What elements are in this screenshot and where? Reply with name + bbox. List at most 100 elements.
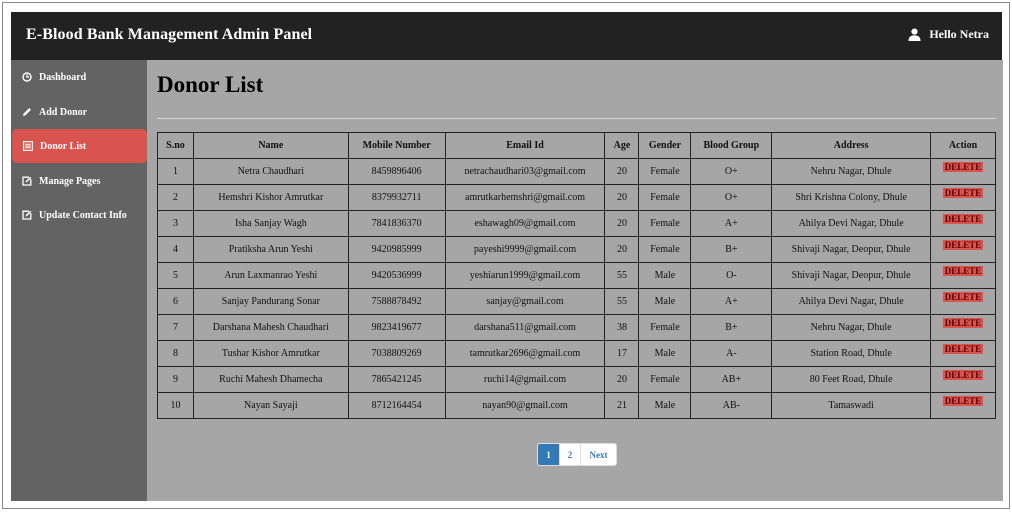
action-cell: DELETE: [929, 158, 997, 185]
table-row: 1 Netra Chaudhari 8459896406 netrachaudhari…: [157, 158, 997, 185]
blood-group-cell: B+: [690, 314, 773, 341]
action-cell: DELETE: [929, 236, 997, 263]
email-cell: yeshiarun1999@gmail.com: [444, 262, 606, 289]
user-greeting: Hello Netra: [929, 27, 989, 41]
user-menu[interactable]: Hello Netra: [908, 27, 989, 42]
mobile-number-cell: 8379932711: [347, 184, 446, 211]
age-cell: 20: [604, 236, 640, 263]
address-cell: Nehru Nagar, Dhule: [771, 314, 931, 341]
dashboard-icon: [22, 72, 32, 82]
blood-group-cell: A+: [690, 288, 773, 315]
gender-cell: Male: [638, 340, 692, 367]
table-row: 9 Ruchi Mahesh Dhamecha 7865421245 ruchi14@…: [157, 366, 997, 393]
table-body: 1 Netra Chaudhari 8459896406 netrachaudhari…: [157, 158, 997, 419]
donor-name-cell: Sanjay Pandurang Sonar: [192, 288, 349, 315]
column-header: S.no: [157, 132, 194, 159]
address-cell: Tamaswadi: [771, 392, 931, 419]
address-cell: 80 Feet Road, Dhule: [771, 366, 931, 393]
mobile-number-cell: 7038809269: [347, 340, 446, 367]
delete-button[interactable]: DELETE: [942, 240, 984, 250]
email-cell: sanjay@gmail.com: [444, 288, 606, 315]
delete-button[interactable]: DELETE: [942, 266, 984, 276]
sidebar-item-label: Dashboard: [39, 71, 87, 83]
sidebar-item-add-donor[interactable]: Add Donor: [11, 95, 147, 129]
address-cell: Ahilya Devi Nagar, Dhule: [771, 288, 931, 315]
blood-group-cell: A+: [690, 210, 773, 237]
mobile-number-cell: 7841836370: [347, 210, 446, 237]
blood-group-cell: A-: [690, 340, 773, 367]
email-cell: payeshi9999@gmail.com: [444, 236, 606, 263]
table-row: 6 Sanjay Pandurang Sonar 7588878492 sanjay@…: [157, 288, 997, 315]
mobile-number-cell: 9420536999: [347, 262, 446, 289]
table-header-row: S.no Name Mobile Number Email Id Age Gen…: [157, 132, 997, 159]
delete-button[interactable]: DELETE: [942, 214, 984, 224]
page-2-button[interactable]: 2: [559, 444, 580, 465]
table-row: 5 Arun Laxmanrao Yeshi 9420536999 yeshiarun…: [157, 262, 997, 289]
sidebar-item-label: Manage Pages: [39, 175, 101, 187]
page-1-button[interactable]: 1: [538, 444, 559, 465]
mobile-number-cell: 8712164454: [347, 392, 446, 419]
blood-group-cell: O-: [690, 262, 773, 289]
user-icon: [908, 28, 921, 41]
column-header: Mobile Number: [347, 132, 446, 159]
action-cell: DELETE: [929, 340, 997, 367]
action-cell: DELETE: [929, 392, 997, 419]
next-page-button[interactable]: Next: [580, 444, 616, 465]
age-cell: 38: [604, 314, 640, 341]
sidebar-item-manage-pages[interactable]: Manage Pages: [11, 164, 147, 198]
donor-name-cell: Hemshri Kishor Amrutkar: [192, 184, 349, 211]
donor-name-cell: Ruchi Mahesh Dhamecha: [192, 366, 349, 393]
list-icon: [23, 141, 33, 151]
app-title: E-Blood Bank Management Admin Panel: [26, 26, 313, 43]
gender-cell: Female: [638, 184, 692, 211]
age-cell: 21: [604, 392, 640, 419]
gender-cell: Female: [638, 366, 692, 393]
mobile-number-cell: 7865421245: [347, 366, 446, 393]
action-cell: DELETE: [929, 262, 997, 289]
mobile-number-cell: 9420985999: [347, 236, 446, 263]
serial-number-cell: 1: [157, 158, 194, 185]
mobile-number-cell: 9823419677: [347, 314, 446, 341]
serial-number-cell: 3: [157, 210, 194, 237]
divider: [157, 118, 996, 119]
gender-cell: Male: [638, 392, 692, 419]
address-cell: Station Road, Dhule: [771, 340, 931, 367]
table-row: 3 Isha Sanjay Wagh 7841836370 eshawagh09@gm…: [157, 210, 997, 237]
age-cell: 55: [604, 262, 640, 289]
serial-number-cell: 2: [157, 184, 194, 211]
address-cell: Shivaji Nagar, Deopur, Dhule: [771, 262, 931, 289]
column-header: Email Id: [444, 132, 606, 159]
serial-number-cell: 6: [157, 288, 194, 315]
delete-button[interactable]: DELETE: [942, 370, 984, 380]
column-header: Name: [192, 132, 349, 159]
delete-button[interactable]: DELETE: [942, 344, 984, 354]
gender-cell: Male: [638, 262, 692, 289]
column-header: Action: [929, 132, 997, 159]
table-row: 4 Pratiksha Arun Yeshi 9420985999 payeshi99…: [157, 236, 997, 263]
sidebar-item-update-contact-info[interactable]: Update Contact Info: [11, 198, 147, 232]
action-cell: DELETE: [929, 210, 997, 237]
email-cell: darshana511@gmail.com: [444, 314, 606, 341]
donor-name-cell: Tushar Kishor Amrutkar: [192, 340, 349, 367]
delete-button[interactable]: DELETE: [942, 188, 984, 198]
donor-name-cell: Netra Chaudhari: [192, 158, 349, 185]
delete-button[interactable]: DELETE: [942, 292, 984, 302]
delete-button[interactable]: DELETE: [942, 162, 984, 172]
delete-button[interactable]: DELETE: [942, 318, 984, 328]
pagination: 1 2 Next: [537, 443, 617, 466]
page-title: Donor List: [157, 72, 264, 97]
sidebar-item-dashboard[interactable]: Dashboard: [11, 60, 147, 94]
edit-icon: [22, 176, 32, 186]
donor-name-cell: Arun Laxmanrao Yeshi: [192, 262, 349, 289]
table-row: 8 Tushar Kishor Amrutkar 7038809269 tamrutk…: [157, 340, 997, 367]
mobile-number-cell: 8459896406: [347, 158, 446, 185]
action-cell: DELETE: [929, 366, 997, 393]
age-cell: 20: [604, 158, 640, 185]
sidebar-item-donor-list[interactable]: Donor List: [12, 129, 147, 163]
address-cell: Shivaji Nagar, Deopur, Dhule: [771, 236, 931, 263]
main-content: Donor List S.no Name Mobile Number Email…: [147, 60, 1003, 501]
serial-number-cell: 9: [157, 366, 194, 393]
delete-button[interactable]: DELETE: [942, 396, 984, 406]
age-cell: 20: [604, 366, 640, 393]
address-cell: Ahilya Devi Nagar, Dhule: [771, 210, 931, 237]
